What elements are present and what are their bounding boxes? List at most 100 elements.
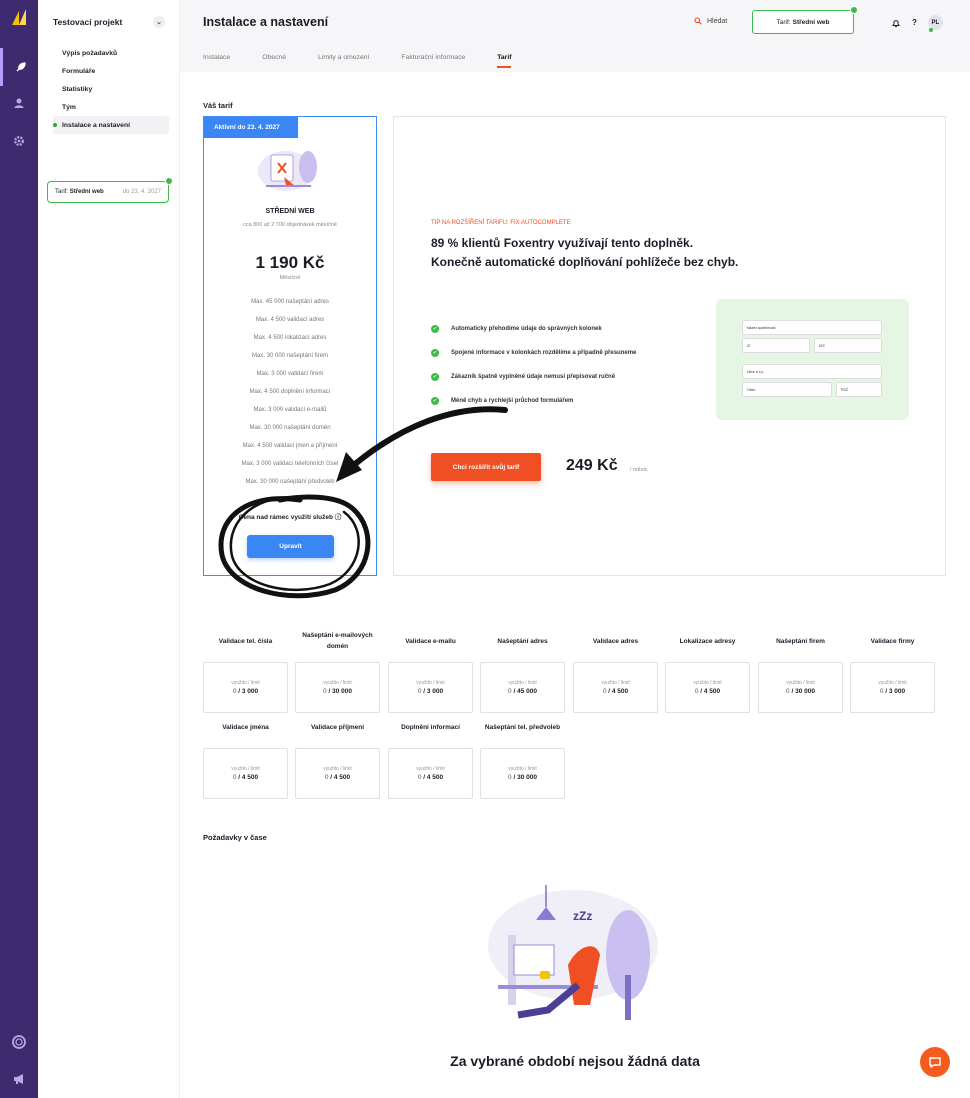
usage-item: Našeptání firem využito / limit 0 / 30 000 [758, 626, 843, 713]
plan-feature: Max. 4 500 lokalizací adres [253, 335, 327, 341]
usage-item: Validace jména využito / limit 0 / 4 500 [203, 712, 288, 799]
help-icon[interactable]: ? [912, 18, 917, 27]
usage-box: využito / limit 0 / 3 000 [850, 662, 935, 713]
tab-billing[interactable]: Fakturační informace [401, 54, 465, 68]
usage-value: 0 / 4 500 [233, 774, 258, 781]
promo-feature: ✓ Automaticky přehodíme údaje do správnýc… [431, 317, 636, 341]
plan-feature-list: Max. 45 000 našeptání adres Max. 4 500 v… [204, 293, 376, 491]
plan-feature: Max. 30 000 našeptání předvoleb [245, 479, 335, 485]
usage-label: Našeptání firem [776, 637, 825, 645]
plan-name: STŘEDNÍ WEB [265, 208, 315, 215]
tab-tarif[interactable]: Tarif [497, 54, 512, 68]
sidebar-item-label: Instalace a nastavení [62, 121, 131, 129]
check-badge-icon [165, 177, 173, 185]
sidebar-item-settings[interactable]: Instalace a nastavení [53, 116, 169, 134]
plan-illustration-icon [258, 151, 317, 191]
empty-state-message: Za vybrané období nejsou žádná data [450, 1053, 700, 1069]
usage-label: Našeptání adres [497, 637, 548, 645]
promo-period: / měsíc [630, 467, 648, 473]
promo-card: TIP NA ROZŠÍŘENÍ TARIFU: FIX AUTOCOMPLET… [393, 116, 946, 576]
usage-limit: / 3 000 [885, 688, 906, 695]
usage-used-limit: využito / limit [508, 766, 537, 772]
usage-box: využito / limit 0 / 4 500 [665, 662, 750, 713]
usage-value: 0 / 30 000 [323, 688, 352, 695]
usage-value: 0 / 30 000 [786, 688, 815, 695]
foxentry-logo-icon[interactable] [10, 8, 28, 26]
gear-icon[interactable] [0, 122, 38, 160]
usage-item: Našeptání e-mailových domén využito / lim… [295, 626, 380, 713]
sidebar-tarif-box[interactable]: Tarif: Střední web do 23. 4. 2027 [47, 177, 173, 203]
tab-installation[interactable]: Instalace [203, 54, 230, 68]
usage-box: využito / limit 0 / 4 500 [573, 662, 658, 713]
promo-feature-text: Spojené informace v kolonkách rozdělíme … [451, 350, 637, 356]
megaphone-icon[interactable] [0, 1060, 38, 1098]
search-button[interactable]: Hledat [694, 17, 727, 25]
sidebar-tarif-date: do 23. 4. 2027 [122, 189, 161, 195]
page-title: Instalace a nastavení [203, 15, 329, 29]
plan-feature: Max. 30 000 našeptání firem [251, 353, 329, 359]
usage-used: 0 [324, 774, 329, 781]
edit-plan-button[interactable]: Upravit [247, 535, 334, 558]
usage-label: Validace tel. čísla [218, 637, 273, 645]
plan-section-title: Váš tarif [203, 101, 233, 110]
sidebar-item-statistics[interactable]: Statistiky [53, 80, 169, 98]
user-icon[interactable] [0, 84, 38, 122]
project-selector[interactable]: Testovací projekt ⌄ [53, 16, 165, 28]
usage-label: Doplnění informací [401, 723, 460, 731]
usage-value: 0 / 45 000 [508, 688, 537, 695]
info-icon[interactable]: ⓘ [335, 514, 342, 521]
usage-value: 0 / 3 000 [418, 688, 443, 695]
plan-card: Aktivní do 23. 4. 2027 STŘEDNÍ WEB cca 8… [203, 116, 377, 576]
sidebar: Testovací projekt ⌄ Výpis požadavků Form… [38, 0, 180, 1098]
chevron-down-icon[interactable]: ⌄ [153, 16, 165, 28]
rocket-icon[interactable] [0, 48, 38, 86]
usage-used: 0 [508, 688, 512, 695]
sidebar-nav: Výpis požadavků Formuláře Statistiky Tým… [53, 44, 169, 134]
usage-value: 0 / 30 000 [508, 774, 537, 781]
sidebar-item-team[interactable]: Tým [53, 98, 169, 116]
promo-price: 249 Kč [566, 457, 618, 474]
usage-label: Validace e-mailu [405, 637, 456, 645]
plan-feature: Max. 4 500 validací jmen a příjmení [242, 443, 338, 449]
project-name: Testovací projekt [53, 17, 123, 27]
sidebar-item-requests[interactable]: Výpis požadavků [53, 44, 169, 62]
tab-general[interactable]: Obecné [262, 54, 286, 68]
usage-used-limit: využito / limit [231, 766, 260, 772]
usage-used-limit: využito / limit [231, 680, 260, 686]
support-ring-icon[interactable] [0, 1023, 38, 1061]
usage-used-limit: využito / limit [786, 680, 815, 686]
tab-limits[interactable]: Limity a omezení [318, 54, 369, 68]
usage-used-limit: využito / limit [323, 766, 352, 772]
chat-bubble-icon [929, 1057, 941, 1068]
usage-box: využito / limit 0 / 3 000 [388, 662, 473, 713]
usage-used: 0 [694, 688, 699, 695]
chat-widget-button[interactable] [920, 1047, 950, 1077]
usage-used-limit: využito / limit [323, 680, 352, 686]
overage-link[interactable]: Cena nad rámec využití služeb ⓘ [204, 511, 376, 521]
avatar[interactable]: PL [927, 15, 943, 32]
active-dot-icon [53, 123, 57, 127]
usage-box: využito / limit 0 / 30 000 [295, 662, 380, 713]
usage-item: Doplnění informací využito / limit 0 / 4 5… [388, 712, 473, 799]
usage-used: 0 [879, 688, 884, 695]
sidebar-item-label: Formuláře [62, 67, 96, 75]
usage-box: využito / limit 0 / 4 500 [388, 748, 473, 799]
plan-feature: Max. 4 500 doplnění informací [249, 389, 331, 395]
form-preview-company: Název společnosti [742, 320, 882, 335]
plan-feature: Max. 3 000 validací e-mailů [253, 407, 327, 413]
usage-label: Validace jména [222, 723, 269, 731]
usage-item: Lokalizace adresy využito / limit 0 / 4 50… [665, 626, 750, 713]
usage-label: Validace firmy [870, 637, 915, 645]
plan-description: cca 800 až 2 700 objednávek měsíčně [243, 222, 337, 228]
search-icon [694, 17, 702, 25]
upgrade-plan-button[interactable]: Chci rozšířit svůj tarif [431, 453, 541, 481]
usage-box: využito / limit 0 / 45 000 [480, 662, 565, 713]
check-icon: ✓ [431, 349, 439, 357]
header-tarif-button[interactable]: Tarif: Střední web [752, 6, 858, 34]
promo-feature-text: Zákazník špatně vyplněné údaje nemusí př… [451, 374, 616, 380]
search-label: Hledat [707, 17, 728, 25]
usage-item: Validace firmy využito / limit 0 / 3 000 [850, 626, 935, 713]
bell-icon[interactable] [891, 18, 901, 28]
sidebar-item-forms[interactable]: Formuláře [53, 62, 169, 80]
header-tarif-value: Střední web [792, 18, 830, 26]
